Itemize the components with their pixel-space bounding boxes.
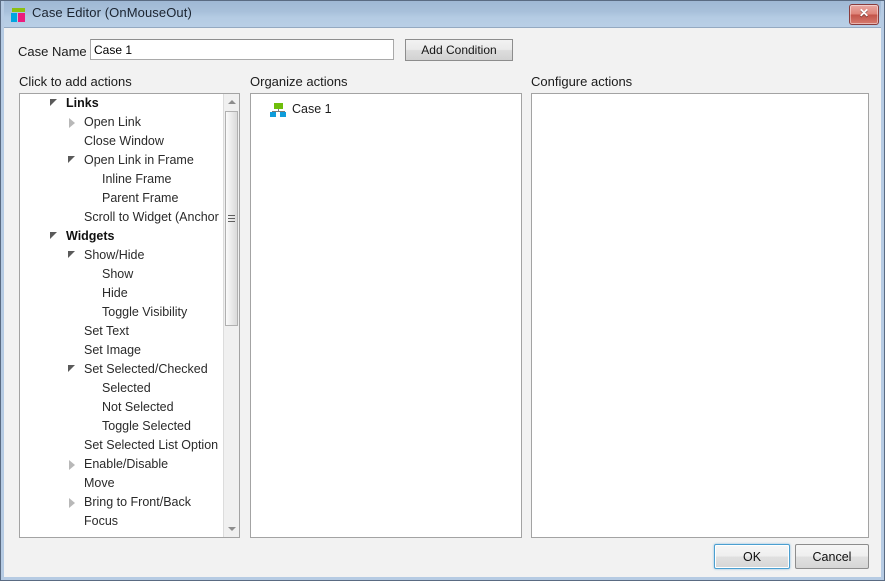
- tree-item[interactable]: Widgets: [20, 227, 223, 246]
- cancel-button[interactable]: Cancel: [795, 544, 869, 569]
- organize-actions-heading: Organize actions: [250, 74, 348, 89]
- tree-item-label: Toggle Visibility: [102, 305, 188, 319]
- scrollbar-thumb[interactable]: [225, 111, 238, 326]
- tree-item-label: Scroll to Widget (Anchor Link): [84, 210, 223, 224]
- tree-item-label: Set Selected List Option: [84, 438, 219, 452]
- tree-item[interactable]: Set Selected List Option: [20, 436, 223, 455]
- tree-collapsed-arrow-icon[interactable]: [68, 460, 75, 470]
- tree-item-label: Links: [66, 96, 99, 110]
- case-name-label: Case Name: [18, 44, 87, 59]
- tree-item[interactable]: Set Text: [20, 322, 223, 341]
- case-name-input[interactable]: [90, 39, 394, 60]
- tree-item[interactable]: Close Window: [20, 132, 223, 151]
- tree-item[interactable]: Not Selected: [20, 398, 223, 417]
- action-tree-scrollbar[interactable]: [223, 94, 239, 537]
- tree-expanded-arrow-icon[interactable]: [68, 251, 75, 258]
- tree-expanded-arrow-icon[interactable]: [68, 156, 75, 163]
- click-to-add-actions-heading: Click to add actions: [19, 74, 132, 89]
- tree-item-label: Show: [102, 267, 134, 281]
- tree-item-label: Focus: [84, 514, 119, 528]
- tree-expanded-arrow-icon[interactable]: [68, 365, 75, 372]
- tree-item[interactable]: Links: [20, 94, 223, 113]
- tree-item-label: Selected: [102, 381, 151, 395]
- tree-item[interactable]: Open Link in Frame: [20, 151, 223, 170]
- tree-collapsed-arrow-icon[interactable]: [68, 118, 75, 128]
- close-button[interactable]: ✕: [849, 4, 879, 25]
- action-tree-panel: Links Open Link Close Window Open Link in F…: [19, 93, 240, 538]
- tree-item-label: Parent Frame: [102, 191, 179, 205]
- action-tree[interactable]: Links Open Link Close Window Open Link in F…: [20, 94, 223, 537]
- configure-actions-panel[interactable]: [531, 93, 869, 538]
- tree-item[interactable]: Open Link: [20, 113, 223, 132]
- tree-item[interactable]: Show: [20, 265, 223, 284]
- tree-item[interactable]: Toggle Selected: [20, 417, 223, 436]
- tree-item-label: Move: [84, 476, 115, 490]
- tree-item-label: Widgets: [66, 229, 115, 243]
- tree-item-label: Inline Frame: [102, 172, 172, 186]
- tree-item-label: Open Link in Frame: [84, 153, 194, 167]
- tree-item-label: Show/Hide: [84, 248, 145, 262]
- case-editor-dialog: Case Editor (OnMouseOut) ✕ Case Name Add…: [0, 0, 885, 581]
- tree-item-label: Bring to Front/Back: [84, 495, 191, 509]
- dialog-title: Case Editor (OnMouseOut): [32, 5, 192, 20]
- organize-tree-root-label: Case 1: [292, 102, 332, 116]
- scrollbar-grip-icon: [228, 214, 235, 223]
- tree-item-label: Not Selected: [102, 400, 174, 414]
- tree-item[interactable]: Inline Frame: [20, 170, 223, 189]
- tree-item[interactable]: Set Image: [20, 341, 223, 360]
- tree-collapsed-arrow-icon[interactable]: [68, 498, 75, 508]
- case-hierarchy-icon: [270, 103, 286, 117]
- dialog-titlebar[interactable]: Case Editor (OnMouseOut) ✕: [1, 1, 884, 28]
- axure-logo-icon: [10, 7, 26, 23]
- tree-item-label: Close Window: [84, 134, 164, 148]
- tree-expanded-arrow-icon[interactable]: [50, 99, 57, 106]
- tree-item-label: Hide: [102, 286, 128, 300]
- scroll-up-arrow-icon[interactable]: [224, 94, 239, 110]
- tree-item[interactable]: Toggle Visibility: [20, 303, 223, 322]
- tree-item[interactable]: Set Selected/Checked: [20, 360, 223, 379]
- tree-item[interactable]: Hide: [20, 284, 223, 303]
- tree-item-label: Set Text: [84, 324, 129, 338]
- ok-button[interactable]: OK: [714, 544, 790, 569]
- tree-item-label: Set Selected/Checked: [84, 362, 208, 376]
- tree-item-label: Enable/Disable: [84, 457, 169, 471]
- tree-item[interactable]: Focus: [20, 512, 223, 531]
- tree-expanded-arrow-icon[interactable]: [50, 232, 57, 239]
- tree-item[interactable]: Enable/Disable: [20, 455, 223, 474]
- tree-item[interactable]: Scroll to Widget (Anchor Link): [20, 208, 223, 227]
- tree-item[interactable]: Parent Frame: [20, 189, 223, 208]
- add-condition-button[interactable]: Add Condition: [405, 39, 513, 61]
- tree-item[interactable]: Bring to Front/Back: [20, 493, 223, 512]
- scroll-down-arrow-icon[interactable]: [224, 521, 239, 537]
- configure-actions-heading: Configure actions: [531, 74, 633, 89]
- tree-item[interactable]: Move: [20, 474, 223, 493]
- organize-actions-panel[interactable]: Case 1: [250, 93, 522, 538]
- close-icon: ✕: [858, 6, 870, 20]
- tree-item-label: Toggle Selected: [102, 419, 191, 433]
- tree-item-label: Open Link: [84, 115, 141, 129]
- tree-item-label: Set Image: [84, 343, 141, 357]
- tree-item[interactable]: Show/Hide: [20, 246, 223, 265]
- tree-item[interactable]: Selected: [20, 379, 223, 398]
